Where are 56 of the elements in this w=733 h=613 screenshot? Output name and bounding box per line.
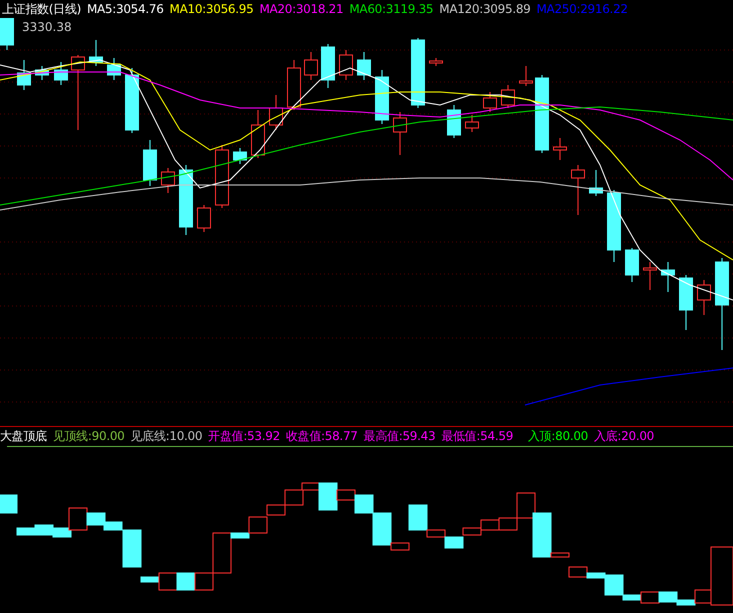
candlestick: [589, 170, 603, 196]
candlestick: [465, 114, 479, 132]
indicator-label: 开盘值:53.92: [208, 428, 280, 445]
candlestick: [0, 18, 14, 50]
candlestick: [179, 164, 193, 236]
candlestick: [643, 262, 657, 290]
indicator-label: 最低值:54.59: [441, 428, 514, 445]
candlestick: [661, 262, 675, 292]
indicator-label: MA250:2916.22: [536, 2, 628, 16]
indicator-label: 入底:20.00: [594, 428, 654, 445]
candlestick: [287, 60, 301, 110]
candlestick: [17, 60, 31, 90]
indicator-label: 收盘值:58.77: [286, 428, 358, 445]
indicator-label: 见顶线:90.00: [52, 428, 125, 445]
indicator-label: MA60:3119.35: [349, 2, 434, 16]
candlestick: [679, 274, 693, 330]
candlestick: [89, 40, 103, 66]
candlestick: [54, 62, 68, 86]
indicator-bar: [176, 572, 196, 590]
candlestick: [304, 52, 318, 80]
candlestick: [447, 104, 461, 138]
candlestick: [411, 38, 425, 108]
indicator-bar: [0, 494, 18, 514]
candlestick: [697, 280, 711, 316]
candlestick: [35, 66, 49, 80]
candlestick: [553, 138, 567, 160]
indicator-label: 入顶:80.00: [528, 428, 588, 445]
candlestick: [269, 94, 283, 130]
candlestick: [197, 204, 211, 232]
price-label: 3330.38: [22, 20, 72, 34]
candlestick: [393, 112, 407, 156]
candlestick: [321, 44, 335, 88]
indicator-label: MA5:3054.76: [86, 2, 164, 16]
candlestick: [519, 66, 533, 86]
candlestick: [233, 148, 247, 164]
indicator-label: MA10:3056.95: [170, 2, 254, 16]
candlestick: [375, 70, 389, 124]
indicator-title: 大盘顶底: [0, 428, 47, 445]
chart-title: 上证指数(日线): [2, 0, 81, 18]
indicator-label: 见底线:10.00: [130, 428, 202, 445]
indicator-label: MA120:3095.89: [439, 2, 530, 16]
candlestick: [339, 50, 353, 80]
candlestick: [571, 164, 585, 216]
candlestick: [357, 52, 371, 80]
candlestick: [483, 92, 497, 112]
candlestick: [125, 68, 139, 134]
candlestick: [251, 110, 265, 158]
indicator-label: 最高值:59.43: [364, 428, 436, 445]
candlestick: [161, 168, 175, 194]
candlestick: [215, 144, 229, 208]
indicator-label: MA20:3018.21: [259, 2, 344, 16]
candlestick: [501, 84, 515, 108]
candlestick: [143, 140, 157, 186]
indicator-bar: [480, 520, 500, 530]
candlestick: [107, 58, 121, 80]
candlestick: [625, 248, 639, 282]
